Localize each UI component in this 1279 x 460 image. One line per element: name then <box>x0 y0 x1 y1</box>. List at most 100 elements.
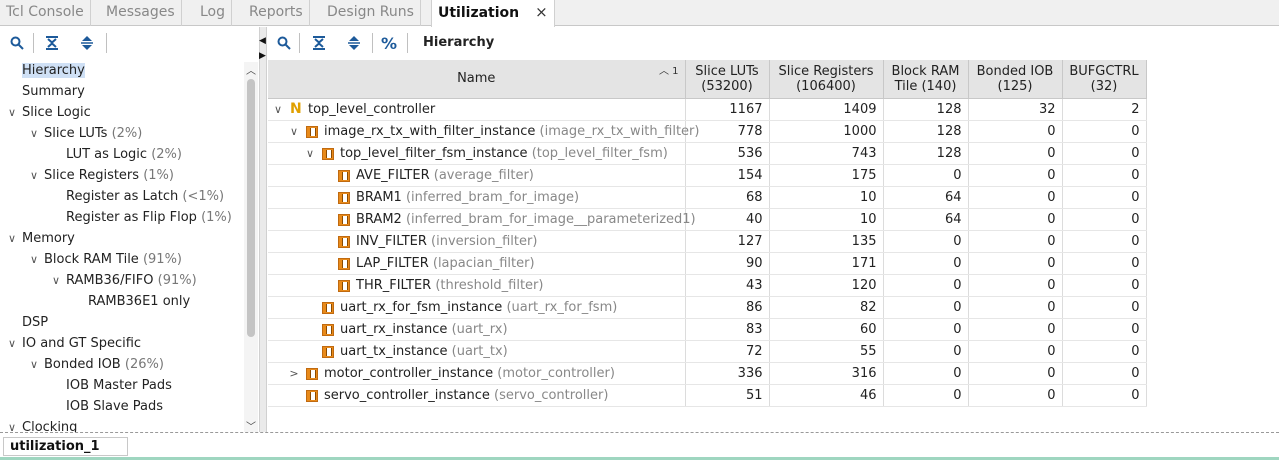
cell-block-ram-tile: 0 <box>883 230 969 253</box>
table-row[interactable]: LAP_FILTER (lapacian_filter) 90 171 0 0 0 <box>268 252 1147 275</box>
sidebar-item-slice-registers[interactable]: ∨ Slice Registers (1%) <box>30 165 174 186</box>
sidebar-item-lut-as-logic[interactable]: LUT as Logic (2%) <box>52 144 182 165</box>
chevron-down-icon[interactable]: ∨ <box>272 99 284 121</box>
collapse-all-button[interactable] <box>308 32 330 54</box>
table-row[interactable]: AVE_FILTER (average_filter) 154 175 0 0 0 <box>268 164 1147 187</box>
cell-slice-registers: 171 <box>769 252 884 275</box>
sort-ascending-icon: ︿ 1 <box>658 66 679 77</box>
expand-all-button[interactable] <box>343 32 365 54</box>
expand-all-button[interactable] <box>76 32 98 54</box>
instance-icon <box>338 213 350 226</box>
tab-reports[interactable]: Reports <box>243 0 310 26</box>
table-row[interactable]: THR_FILTER (threshold_filter) 43 120 0 0 0 <box>268 274 1147 297</box>
table-row[interactable]: ∨ Ntop_level_controller 1167 1409 128 32 2 <box>268 98 1147 121</box>
sidebar-scrollbar[interactable]: ︿ ﹀ <box>244 62 258 433</box>
column-header-slice-registers[interactable]: Slice Registers (106400) <box>769 60 884 99</box>
sidebar-item-iob-slave-pads[interactable]: IOB Slave Pads <box>52 396 163 417</box>
sidebar-item-summary[interactable]: Summary <box>8 81 85 102</box>
chevron-down-icon[interactable]: ∨ <box>8 417 22 432</box>
cell-slice-luts: 1167 <box>685 98 770 121</box>
cell-slice-luts: 83 <box>685 318 770 341</box>
sidebar-item-dsp[interactable]: DSP <box>8 312 48 333</box>
sidebar-item-percent: (91%) <box>142 252 182 267</box>
sidebar-item-iob-master-pads[interactable]: IOB Master Pads <box>52 375 172 396</box>
tab-tcl-console[interactable]: Tcl Console <box>0 0 91 26</box>
table-row[interactable]: > motor_controller_instance (motor_contro… <box>268 362 1147 385</box>
tab-utilization[interactable]: Utilization × <box>431 0 555 27</box>
column-header-slice-luts[interactable]: Slice LUTs (53200) <box>685 60 770 99</box>
sidebar-item-hierarchy[interactable]: Hierarchy <box>8 60 85 81</box>
column-header-bufgctrl[interactable]: BUFGCTRL (32) <box>1062 60 1147 99</box>
instance-label: servo_controller_instance (servo_control… <box>324 385 608 407</box>
tab-log[interactable]: Log <box>194 0 233 26</box>
toolbar-separator <box>372 33 373 53</box>
sidebar-item-label: Slice Registers <box>44 168 140 183</box>
cell-name: AVE_FILTER (average_filter) <box>268 164 686 187</box>
sidebar-item-bonded-iob[interactable]: ∨ Bonded IOB (26%) <box>30 354 164 375</box>
table-row[interactable]: servo_controller_instance (servo_control… <box>268 384 1147 407</box>
utilization-report-tab[interactable]: utilization_1 <box>3 437 128 456</box>
percent-toggle-button[interactable]: % <box>378 32 400 54</box>
search-button[interactable] <box>273 32 295 54</box>
search-button[interactable] <box>6 32 28 54</box>
table-row[interactable]: uart_tx_instance (uart_tx) 72 55 0 0 0 <box>268 340 1147 363</box>
cell-bonded-iob: 0 <box>968 120 1063 143</box>
chevron-right-icon[interactable]: > <box>288 363 300 385</box>
sidebar-item-io-and-gt-specific[interactable]: ∨ IO and GT Specific <box>8 333 141 354</box>
sidebar-item-slice-luts[interactable]: ∨ Slice LUTs (2%) <box>30 123 142 144</box>
module-name: (average_filter) <box>433 167 534 183</box>
module-name: (threshold_filter) <box>435 277 544 293</box>
sidebar-item-label: IOB Master Pads <box>66 378 172 393</box>
chevron-down-icon[interactable]: ∨ <box>52 270 66 291</box>
chevron-down-icon[interactable]: ∨ <box>8 228 22 249</box>
instance-name: AVE_FILTER <box>356 167 430 183</box>
chevron-down-icon[interactable]: ∨ <box>30 123 44 144</box>
toolbar-separator <box>407 33 408 53</box>
expand-right-icon[interactable]: ▶ <box>259 51 266 61</box>
column-header-bonded-iob[interactable]: Bonded IOB (125) <box>968 60 1063 99</box>
sidebar-item-ramb36-fifo[interactable]: ∨ RAMB36/FIFO (91%) <box>52 270 197 291</box>
chevron-down-icon[interactable]: ∨ <box>30 165 44 186</box>
instance-name: top_level_filter_fsm_instance <box>340 145 528 161</box>
scrollbar-thumb[interactable] <box>247 79 255 337</box>
sidebar-item-label: Hierarchy <box>22 63 85 78</box>
scroll-up-icon[interactable]: ︿ <box>245 62 257 77</box>
cell-name: LAP_FILTER (lapacian_filter) <box>268 252 686 275</box>
sidebar-item-ramb36e1-only[interactable]: RAMB36E1 only <box>74 291 190 312</box>
table-row[interactable]: BRAM1 (inferred_bram_for_image) 68 10 64 0 0 <box>268 186 1147 209</box>
instance-label: AVE_FILTER (average_filter) <box>356 165 534 187</box>
table-row[interactable]: uart_rx_instance (uart_rx) 83 60 0 0 0 <box>268 318 1147 341</box>
scroll-down-icon[interactable]: ﹀ <box>245 418 257 433</box>
chevron-down-icon[interactable]: ∨ <box>30 249 44 270</box>
cell-bonded-iob: 0 <box>968 296 1063 319</box>
cell-bufgctrl: 0 <box>1062 164 1147 187</box>
table-row[interactable]: INV_FILTER (inversion_filter) 127 135 0 0 0 <box>268 230 1147 253</box>
chevron-down-icon[interactable]: ∨ <box>30 354 44 375</box>
tab-bar: Tcl Console Messages Log Reports Design … <box>0 0 1279 27</box>
cell-name: uart_rx_for_fsm_instance (uart_rx_for_fs… <box>268 296 686 319</box>
tab-messages[interactable]: Messages <box>100 0 182 26</box>
close-icon[interactable]: × <box>535 3 548 21</box>
sidebar-item-slice-logic[interactable]: ∨ Slice Logic <box>8 102 91 123</box>
table-row[interactable]: ∨ top_level_filter_fsm_instance (top_leve… <box>268 142 1147 165</box>
chevron-down-icon[interactable]: ∨ <box>288 121 300 143</box>
column-header-name[interactable]: Name ︿ 1 <box>268 60 686 99</box>
column-header-block-ram-tile[interactable]: Block RAM Tile (140) <box>883 60 969 99</box>
chevron-down-icon[interactable]: ∨ <box>8 102 22 123</box>
cell-slice-luts: 68 <box>685 186 770 209</box>
table-row[interactable]: BRAM2 (inferred_bram_for_image__paramete… <box>268 208 1147 231</box>
sidebar-item-clocking[interactable]: ∨ Clocking <box>8 417 77 432</box>
utilization-sidebar: Hierarchy Summary ∨ Slice Logic ∨ Slice LU… <box>0 58 259 432</box>
collapse-all-button[interactable] <box>41 32 63 54</box>
table-row[interactable]: ∨ image_rx_tx_with_filter_instance (image… <box>268 120 1147 143</box>
chevron-down-icon[interactable]: ∨ <box>304 143 316 165</box>
sidebar-item-memory[interactable]: ∨ Memory <box>8 228 75 249</box>
tab-design-runs[interactable]: Design Runs <box>321 0 421 26</box>
collapse-left-icon[interactable]: ◀ <box>259 36 266 46</box>
sidebar-item-register-as-flip-flop[interactable]: Register as Flip Flop (1%) <box>52 207 232 228</box>
chevron-down-icon[interactable]: ∨ <box>8 333 22 354</box>
sidebar-item-register-as-latch[interactable]: Register as Latch (<1%) <box>52 186 224 207</box>
sidebar-item-block-ram-tile[interactable]: ∨ Block RAM Tile (91%) <box>30 249 182 270</box>
table-row[interactable]: uart_rx_for_fsm_instance (uart_rx_for_fs… <box>268 296 1147 319</box>
panel-splitter[interactable]: ◀ ▶ <box>259 27 267 432</box>
